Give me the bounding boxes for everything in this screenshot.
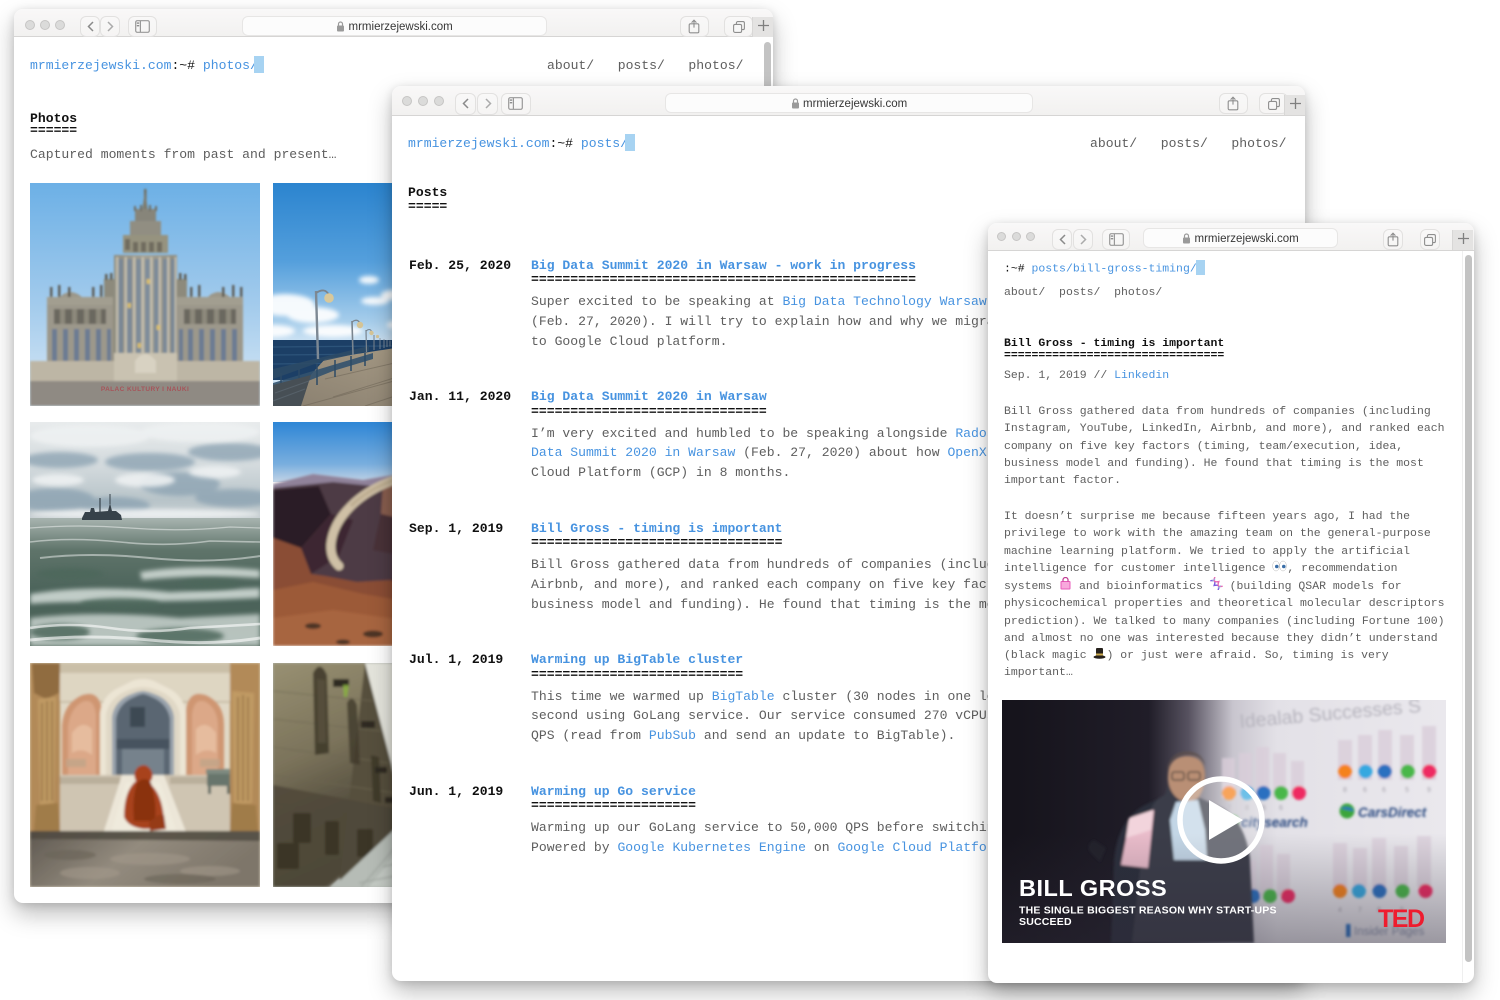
svg-text:BILL GROSS: BILL GROSS [1019,875,1167,901]
svg-text:SUCCEED: SUCCEED [1019,916,1072,928]
svg-text:TED: TED [1378,905,1424,933]
svg-text:PALAC KULTURY I NAUKI: PALAC KULTURY I NAUKI [101,386,189,393]
svg-text:THE SINGLE BIGGEST REASON WHY: THE SINGLE BIGGEST REASON WHY START-UPS [1019,905,1277,917]
